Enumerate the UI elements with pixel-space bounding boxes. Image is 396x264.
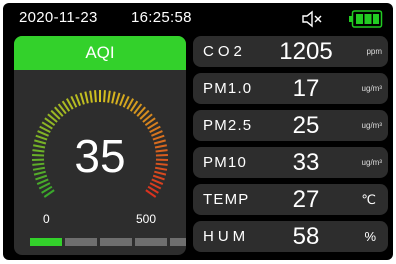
metric-label: CO2 <box>203 43 246 60</box>
gauge-tick <box>74 94 82 107</box>
aqi-level-segment <box>170 238 186 246</box>
gauge-tick <box>122 95 130 108</box>
metric-value: 25 <box>292 112 320 139</box>
gauge-tick <box>84 91 89 104</box>
aqi-level-segment <box>135 238 167 246</box>
speaker-muted-icon[interactable] <box>301 10 323 28</box>
aqi-level-segment <box>100 238 132 246</box>
metric-value: 1205 <box>279 38 333 65</box>
metric-value: 17 <box>292 75 320 102</box>
metric-label: PM2.5 <box>203 117 253 134</box>
gauge-tick <box>70 95 78 108</box>
metric-value: 58 <box>292 223 320 250</box>
aqi-level-bar <box>30 238 186 246</box>
gauge-tick <box>111 91 116 104</box>
date-text: 2020-11-23 <box>19 9 98 26</box>
metric-label: HUM <box>203 228 250 245</box>
gauge-tick <box>118 94 126 107</box>
aqi-value: 35 <box>74 130 126 182</box>
metric-row-pm10[interactable]: PM10 33 ug/m³ <box>193 147 388 178</box>
metric-unit: ppm <box>366 47 382 56</box>
battery-full-icon <box>349 10 383 28</box>
aqi-panel: AQI 35 0 500 <box>14 36 186 255</box>
metric-unit: ug/m³ <box>361 121 382 130</box>
gauge-tick <box>115 92 121 105</box>
metric-row-temp[interactable]: TEMP 27 ℃ <box>193 184 388 215</box>
status-bar: 2020-11-23 16:25:58 <box>3 3 393 33</box>
time-text: 16:25:58 <box>131 9 192 26</box>
gauge-tick <box>107 90 111 103</box>
metric-row-co2[interactable]: CO2 1205 ppm <box>193 36 388 67</box>
metric-unit: ℃ <box>361 192 376 207</box>
gauge-min-label: 0 <box>43 212 50 226</box>
metric-unit: ug/m³ <box>361 158 382 167</box>
aqi-level-segment <box>30 238 62 246</box>
metric-unit: % <box>364 229 376 244</box>
aqi-level-segment <box>65 238 97 246</box>
metric-value: 33 <box>292 149 320 176</box>
metric-label: TEMP <box>203 191 250 208</box>
aqi-header: AQI <box>14 36 186 70</box>
gauge-max-label: 500 <box>136 212 157 226</box>
gauge-tick <box>94 90 97 103</box>
metric-label: PM1.0 <box>203 80 253 97</box>
metric-row-pm1[interactable]: PM1.0 17 ug/m³ <box>193 73 388 104</box>
gauge-tick <box>103 90 106 103</box>
gauge-tick <box>89 90 93 103</box>
metric-row-pm25[interactable]: PM2.5 25 ug/m³ <box>193 110 388 141</box>
metric-unit: ug/m³ <box>361 84 382 93</box>
metric-label: PM10 <box>203 154 247 171</box>
device-screen: 2020-11-23 16:25:58 AQI 35 0 500 CO2 120… <box>3 3 393 260</box>
metric-row-hum[interactable]: HUM 58 % <box>193 221 388 252</box>
gauge-tick <box>79 92 85 105</box>
metric-value: 27 <box>292 186 320 213</box>
